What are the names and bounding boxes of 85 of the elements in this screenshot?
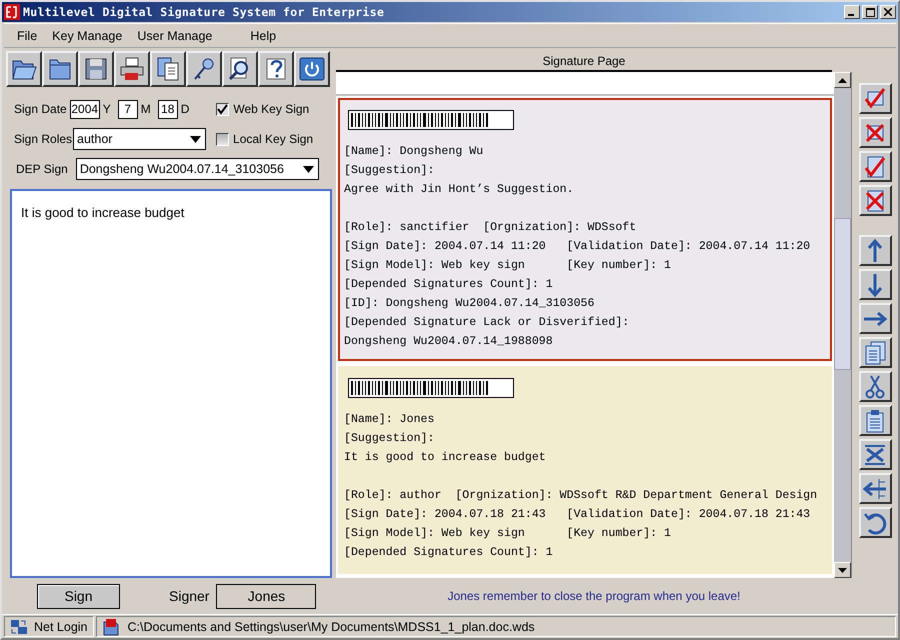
reminder-message: Jones remember to close the program when you leave! bbox=[448, 589, 740, 603]
printer-button[interactable] bbox=[114, 51, 150, 87]
signature-text-line: [Sign Model]: Web key sign [Key number]: 1 bbox=[344, 526, 672, 542]
down-arrow-button[interactable] bbox=[858, 269, 892, 300]
undo-button[interactable] bbox=[858, 507, 892, 538]
sign-roles-label: Sign Roles bbox=[14, 132, 72, 146]
help-button[interactable] bbox=[258, 51, 294, 87]
signature-text-line: [Depended Signatures Count]: 1 bbox=[344, 545, 554, 561]
documents-button[interactable] bbox=[150, 51, 186, 87]
signature-text-line: It is good to increase budget bbox=[344, 450, 547, 466]
dep-sign-label: DEP Sign bbox=[16, 162, 68, 176]
cross-button[interactable] bbox=[858, 117, 892, 148]
year-field[interactable]: 2004 bbox=[70, 100, 100, 118]
day-field[interactable]: 18 bbox=[158, 100, 178, 118]
close-icon bbox=[884, 8, 892, 16]
signature-text-line: [Suggestion]: bbox=[344, 163, 436, 179]
checkbox-label: Local Key Sign bbox=[233, 132, 314, 146]
up-arrow-button[interactable] bbox=[858, 235, 892, 266]
app-logo-icon bbox=[4, 4, 20, 20]
minimize-button[interactable] bbox=[844, 5, 860, 19]
net-login-status[interactable]: Net Login bbox=[4, 616, 94, 637]
cross-lines-button[interactable] bbox=[858, 439, 892, 470]
day-unit-label: D bbox=[180, 102, 190, 116]
signer-field: Jones bbox=[216, 584, 316, 608]
maximize-icon bbox=[866, 8, 874, 16]
signature-text-line: [Sign Model]: Web key sign [Key number]: 1 bbox=[344, 258, 672, 274]
close-button[interactable] bbox=[880, 5, 896, 19]
document-logo-icon bbox=[102, 618, 120, 636]
signature-text-line: [Name]: Dongsheng Wu bbox=[344, 144, 484, 160]
signature-text-line: [Name]: Jones bbox=[344, 412, 436, 428]
folder-button[interactable] bbox=[42, 51, 78, 87]
check-document-icon bbox=[862, 154, 888, 180]
checkbox-label: Web Key Sign bbox=[233, 102, 310, 116]
month-unit-label: M bbox=[140, 102, 151, 116]
sign-roles-dropdown[interactable]: author bbox=[73, 128, 206, 150]
open-folder-button[interactable] bbox=[6, 51, 42, 87]
barcode-icon bbox=[348, 378, 514, 398]
signature-text-line: [Suggestion]: bbox=[344, 431, 436, 447]
right-arrow-button[interactable] bbox=[858, 303, 892, 334]
caret-icon bbox=[190, 136, 202, 142]
window-title: Multilevel Digital Signature System for Enterprise bbox=[23, 5, 386, 19]
file-path: C:\Documents and Settings\user\My Documents\MDSS1_1_plan.doc.wds bbox=[128, 620, 535, 634]
cross-document-button[interactable] bbox=[858, 185, 892, 216]
printer-icon bbox=[118, 55, 146, 83]
signature-text-line: [ID]: Dongsheng Wu2004.07.14_3103056 bbox=[344, 296, 596, 312]
check-document-button[interactable] bbox=[858, 151, 892, 182]
suggestion-text-area[interactable]: It is good to increase budget bbox=[10, 189, 332, 578]
signature-text-line: [Sign Date]: 2004.07.14 11:20 [Validation Date]: 2004.07.14 11:20 bbox=[344, 239, 812, 255]
web-key-sign-checkbox[interactable] bbox=[216, 102, 230, 116]
maximize-button[interactable] bbox=[862, 5, 878, 19]
month-field[interactable]: 7 bbox=[118, 100, 138, 118]
key-button[interactable] bbox=[186, 51, 222, 87]
caret-icon bbox=[302, 166, 314, 172]
vertical-scrollbar[interactable] bbox=[834, 72, 851, 578]
scroll-down-icon[interactable] bbox=[838, 568, 847, 572]
search-button[interactable] bbox=[222, 51, 258, 87]
menu-item[interactable]: Key Manage bbox=[52, 28, 122, 42]
clipboard-button[interactable] bbox=[858, 405, 892, 436]
sign-button[interactable]: Sign bbox=[37, 584, 120, 608]
power-icon bbox=[298, 55, 326, 83]
local-key-sign-checkbox[interactable] bbox=[216, 132, 230, 146]
scroll-up-icon[interactable] bbox=[838, 78, 847, 82]
signature-text-line: [Depended Signature Lack or Disverified]: bbox=[344, 315, 630, 331]
check-button[interactable] bbox=[858, 83, 892, 114]
signature-text-line: Agree with Jin Hont’s Suggestion. bbox=[344, 182, 575, 198]
signature-card[interactable] bbox=[338, 98, 832, 361]
sign-date-label: Sign Date bbox=[14, 102, 67, 116]
network-icon bbox=[10, 618, 28, 634]
signature-text-line: [Depended Signatures Count]: 1 bbox=[344, 277, 554, 293]
document-button[interactable] bbox=[858, 337, 892, 368]
scissors-button[interactable] bbox=[858, 371, 892, 402]
save-button[interactable] bbox=[78, 51, 114, 87]
signature-text-line: [Role]: sanctifier [Orgnization]: WDSsoft bbox=[344, 220, 638, 236]
left-arrow-button[interactable] bbox=[858, 473, 892, 504]
year-unit-label: Y bbox=[102, 102, 111, 116]
signer-label: Signer bbox=[169, 588, 210, 604]
menu-item[interactable]: User Manage bbox=[137, 28, 212, 42]
menu-item[interactable]: Help bbox=[250, 28, 276, 42]
power-button[interactable] bbox=[294, 51, 330, 87]
signature-text-line: [Sign Date]: 2004.07.18 21:43 [Validation Date]: 2004.07.18 21:43 bbox=[344, 507, 812, 523]
signature-text-line: [Role]: author [Orgnization]: WDSsoft R&D Department General Design bbox=[344, 488, 818, 504]
barcode-icon bbox=[348, 110, 514, 130]
menu-item[interactable]: File bbox=[17, 28, 38, 42]
dep-sign-dropdown[interactable]: Dongsheng Wu2004.07.14_3103056 bbox=[76, 158, 319, 180]
signature-text-line: Dongsheng Wu2004.07.14_1988098 bbox=[344, 334, 554, 350]
